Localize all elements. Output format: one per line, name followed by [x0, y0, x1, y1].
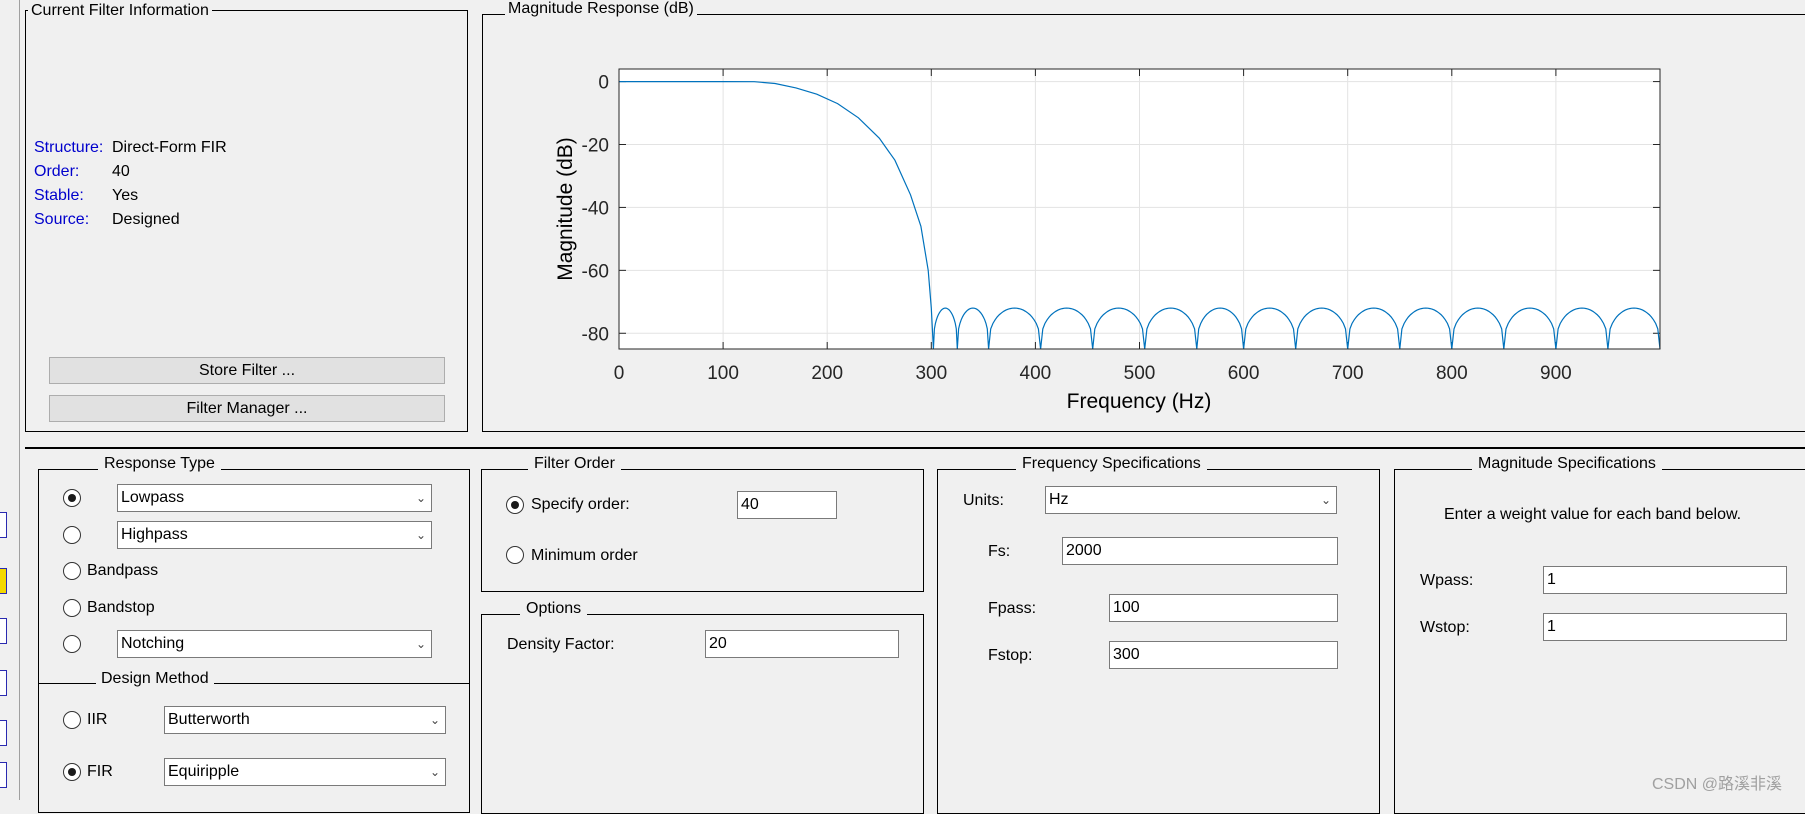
y-tick-label: -40	[582, 198, 609, 219]
chevron-down-icon: ⌄	[429, 765, 441, 779]
y-tick-label: -60	[582, 261, 609, 282]
toolstrip-icon-2[interactable]	[0, 568, 7, 594]
lowpass-select[interactable]: Lowpass ⌄	[117, 484, 432, 512]
toolstrip-icon-5[interactable]	[0, 720, 7, 746]
minimum-order-label[interactable]: Minimum order	[531, 546, 638, 566]
x-tick-label: 100	[707, 363, 739, 384]
units-label: Units:	[963, 492, 1004, 509]
lowpass-radio[interactable]	[63, 489, 81, 507]
bottom-area-border	[25, 447, 1805, 449]
x-tick-label: 900	[1540, 363, 1572, 384]
chevron-down-icon: ⌄	[429, 713, 441, 727]
fpass-input[interactable]: 100	[1109, 594, 1338, 622]
fir-label[interactable]: FIR	[87, 762, 113, 782]
highpass-select[interactable]: Highpass ⌄	[117, 521, 432, 549]
toolstrip-icon-3[interactable]	[0, 618, 7, 644]
wpass-input[interactable]: 1	[1543, 566, 1787, 594]
notching-radio[interactable]	[63, 635, 81, 653]
bandstop-label[interactable]: Bandstop	[87, 598, 155, 618]
chevron-down-icon: ⌄	[415, 528, 427, 542]
y-tick-label: -80	[582, 324, 609, 345]
design-method-title: Design Method	[96, 670, 214, 688]
iir-label[interactable]: IIR	[87, 710, 107, 730]
x-tick-label: 700	[1332, 363, 1364, 384]
density-factor-label: Density Factor:	[507, 636, 615, 653]
notching-select[interactable]: Notching ⌄	[117, 630, 432, 658]
y-axis-label: Magnitude (dB)	[554, 137, 577, 281]
chevron-down-icon: ⌄	[1320, 493, 1332, 507]
response-type-title: Response Type	[98, 455, 221, 473]
wpass-label: Wpass:	[1420, 572, 1474, 589]
x-tick-label: 300	[915, 363, 947, 384]
units-select[interactable]: Hz ⌄	[1045, 486, 1337, 514]
x-axis-label: Frequency (Hz)	[1067, 390, 1212, 413]
y-tick-label: -20	[582, 136, 609, 157]
fs-input[interactable]: 2000	[1062, 537, 1338, 565]
frequency-specs-title: Frequency Specifications	[1016, 455, 1207, 473]
chevron-down-icon: ⌄	[415, 491, 427, 505]
specify-order-input[interactable]: 40	[737, 491, 837, 519]
x-tick-label: 600	[1228, 363, 1260, 384]
fs-label: Fs:	[988, 543, 1011, 560]
x-tick-label: 400	[1020, 363, 1052, 384]
wstop-label: Wstop:	[1420, 619, 1470, 636]
options-title: Options	[520, 600, 588, 618]
design-method-panel	[38, 683, 470, 813]
fstop-label: Fstop:	[988, 647, 1033, 664]
iir-radio[interactable]	[63, 711, 81, 729]
x-tick-label: 800	[1436, 363, 1468, 384]
bandpass-label[interactable]: Bandpass	[87, 561, 158, 581]
x-tick-label: 500	[1124, 363, 1156, 384]
wstop-input[interactable]: 1	[1543, 613, 1787, 641]
y-tick-label: 0	[598, 73, 609, 94]
magnitude-specs-title: Magnitude Specifications	[1472, 455, 1662, 473]
fir-radio[interactable]	[63, 763, 81, 781]
specify-order-radio[interactable]	[506, 496, 524, 514]
x-tick-label: 0	[614, 363, 625, 384]
bandstop-radio[interactable]	[63, 599, 81, 617]
fir-method-select[interactable]: Equiripple ⌄	[164, 758, 446, 786]
iir-method-select[interactable]: Butterworth ⌄	[164, 706, 446, 734]
fpass-label: Fpass:	[988, 600, 1037, 617]
weight-description: Enter a weight value for each band below…	[1444, 506, 1742, 523]
magnitude-response-chart[interactable]: 0 100 200 300 400 500 600 700 800 900 0 -20 -40 -60 -8…	[0, 0, 1805, 440]
bandpass-radio[interactable]	[63, 562, 81, 580]
specify-order-label[interactable]: Specify order:	[531, 495, 630, 515]
toolstrip-icon-1[interactable]	[0, 512, 7, 538]
fstop-input[interactable]: 300	[1109, 641, 1338, 669]
minimum-order-radio[interactable]	[506, 546, 524, 564]
highpass-radio[interactable]	[63, 526, 81, 544]
toolstrip-icon-6[interactable]	[0, 762, 7, 788]
filter-order-title: Filter Order	[528, 455, 621, 473]
density-factor-input[interactable]: 20	[705, 630, 899, 658]
toolstrip-icon-4[interactable]	[0, 670, 7, 696]
watermark: CSDN @路溪非溪	[1652, 776, 1783, 793]
chevron-down-icon: ⌄	[415, 637, 427, 651]
x-tick-label: 200	[811, 363, 843, 384]
filter-order-panel	[481, 469, 924, 592]
